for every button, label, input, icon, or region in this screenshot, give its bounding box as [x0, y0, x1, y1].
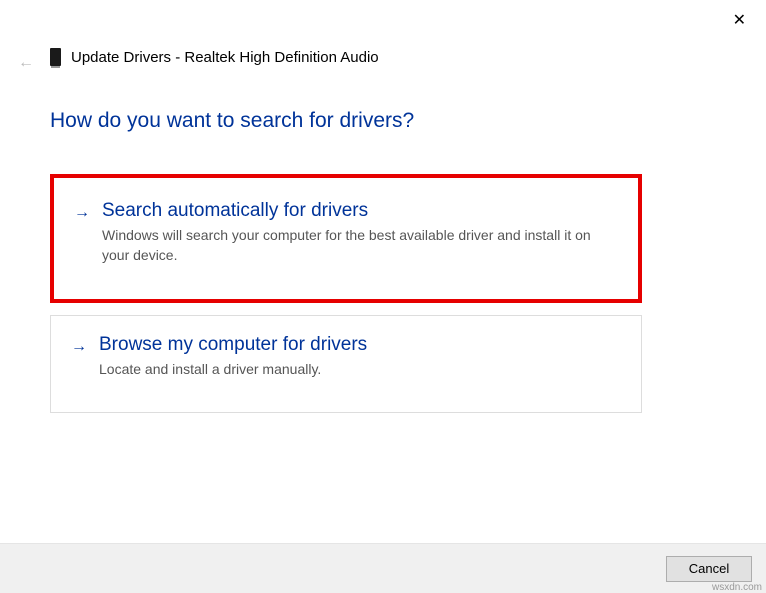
arrow-right-icon: →: [74, 204, 90, 222]
option-title: Search automatically for drivers: [102, 200, 618, 222]
cancel-button[interactable]: Cancel: [666, 556, 752, 582]
option-search-automatically[interactable]: → Search automatically for drivers Windo…: [50, 174, 642, 303]
window-header: Update Drivers - Realtek High Definition…: [50, 48, 379, 66]
device-icon: [50, 48, 61, 66]
page-heading: How do you want to search for drivers?: [50, 109, 414, 133]
options-container: → Search automatically for drivers Windo…: [50, 174, 642, 425]
footer-bar: Cancel: [0, 543, 766, 593]
option-description: Windows will search your computer for th…: [102, 226, 618, 265]
back-arrow-icon: ←: [18, 54, 34, 72]
option-browse-computer[interactable]: → Browse my computer for drivers Locate …: [50, 315, 642, 413]
close-button[interactable]: ✕: [733, 10, 746, 30]
arrow-right-icon: →: [71, 338, 87, 356]
watermark: wsxdn.com: [712, 582, 762, 593]
option-description: Locate and install a driver manually.: [99, 360, 621, 380]
window-title: Update Drivers - Realtek High Definition…: [71, 49, 379, 66]
option-title: Browse my computer for drivers: [99, 334, 621, 356]
